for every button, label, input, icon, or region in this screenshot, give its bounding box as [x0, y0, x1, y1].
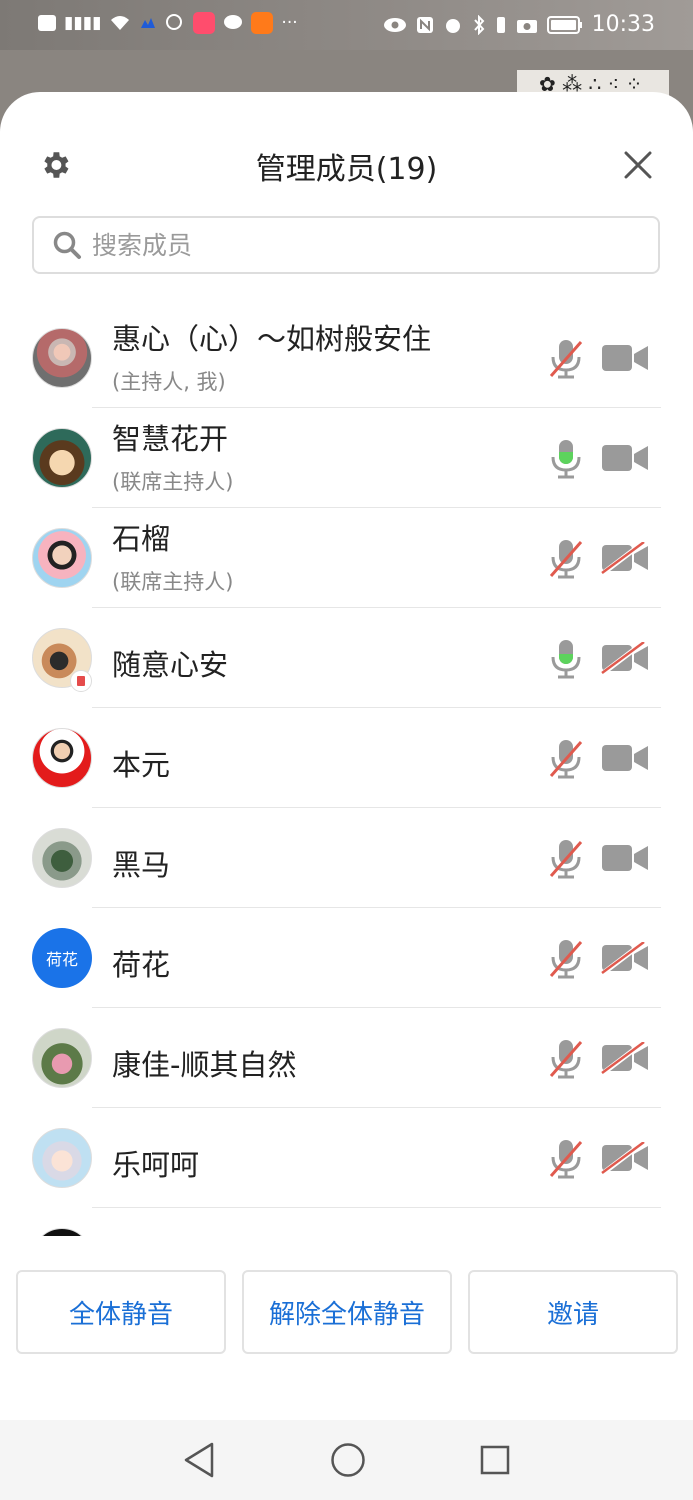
bluetooth-icon: [473, 14, 484, 35]
mic-muted-icon[interactable]: [546, 1038, 586, 1080]
list-item[interactable]: 石榴 (联席主持人): [0, 508, 693, 608]
alarm-icon: [445, 18, 460, 33]
camera-off-icon[interactable]: [600, 942, 650, 974]
avatar-text: 荷花: [45, 950, 78, 969]
nfc-icon: [416, 16, 433, 33]
list-item[interactable]: 智慧花开 (联席主持人): [0, 408, 693, 508]
back-icon[interactable]: [182, 1441, 216, 1479]
list-item[interactable]: 乐呵呵: [0, 1108, 693, 1208]
member-role: (联席主持人): [112, 470, 234, 494]
avatar: [32, 728, 92, 788]
manage-members-sheet: 管理成员(19) 惠心（心）～如树般安住 (主持人, 我): [0, 92, 693, 1500]
status-right-icons: 10:33: [383, 12, 655, 37]
hd-icon: [38, 15, 56, 31]
member-name: 乐呵呵: [112, 1148, 200, 1182]
member-name: 康佳-顺其自然: [112, 1048, 297, 1082]
clock: 10:33: [591, 12, 655, 37]
member-name: 黑马: [112, 848, 171, 882]
mic-muted-icon[interactable]: [546, 838, 586, 880]
avatar: [32, 1028, 92, 1088]
camera-icon: [516, 19, 537, 33]
list-item[interactable]: 随意心安: [0, 608, 693, 708]
system-nav-bar: [0, 1420, 693, 1500]
invite-button[interactable]: 邀请: [468, 1270, 678, 1354]
app-red-icon: [193, 12, 216, 34]
list-item[interactable]: 惠心（心）～如树般安住 (主持人, 我): [0, 308, 693, 408]
member-name: 智慧花开: [112, 422, 229, 456]
camera-on-icon[interactable]: [600, 742, 650, 774]
search-icon: [53, 231, 81, 259]
mute-all-button[interactable]: 全体静音: [16, 1270, 226, 1354]
page-title: 管理成员(19): [255, 152, 438, 187]
mic-active-icon[interactable]: [546, 638, 586, 680]
more-icon: ···: [281, 13, 298, 33]
camera-on-icon[interactable]: [600, 342, 650, 374]
wifi-icon: [111, 16, 130, 30]
camera-off-icon[interactable]: [600, 542, 650, 574]
camera-off-icon[interactable]: [600, 1142, 650, 1174]
app-icon: [141, 18, 156, 28]
avatar: [32, 528, 92, 588]
member-name: 本元: [112, 748, 171, 782]
avatar: [32, 828, 92, 888]
list-item[interactable]: 荷花 荷花: [0, 908, 693, 1008]
status-bar: ▮▮▮▮ ··· 10:33: [0, 0, 693, 50]
list-item[interactable]: 康佳-顺其自然: [0, 1008, 693, 1108]
avatar: [32, 428, 92, 488]
list-item[interactable]: [0, 1208, 693, 1236]
member-list[interactable]: 惠心（心）～如树般安住 (主持人, 我) 智慧花开 (联席主持人) 石榴 (联席…: [0, 308, 693, 1236]
taobao-icon: [251, 12, 274, 34]
mic-muted-icon[interactable]: [546, 1138, 586, 1180]
unmute-all-button[interactable]: 解除全体静音: [242, 1270, 452, 1354]
member-name: 随意心安: [112, 648, 229, 682]
recent-apps-icon[interactable]: [479, 1444, 511, 1476]
camera-on-icon[interactable]: [600, 842, 650, 874]
member-name: 荷花: [112, 948, 171, 982]
chat-icon: [166, 14, 183, 30]
avatar: 荷花: [32, 928, 92, 988]
member-role: (主持人, 我): [112, 370, 226, 394]
mic-muted-icon[interactable]: [546, 738, 586, 780]
camera-off-icon[interactable]: [600, 642, 650, 674]
mic-muted-icon[interactable]: [546, 338, 586, 380]
signal-4g-icon: ▮▮▮▮: [64, 13, 102, 33]
list-item[interactable]: 黑马: [0, 808, 693, 908]
camera-on-icon[interactable]: [600, 442, 650, 474]
member-role: (联席主持人): [112, 570, 234, 594]
eye-icon: [383, 17, 406, 32]
avatar: [32, 1228, 92, 1236]
close-icon[interactable]: [623, 150, 653, 180]
member-name: 惠心（心）～如树般安住: [112, 322, 432, 356]
mic-active-icon[interactable]: [546, 438, 586, 480]
home-icon[interactable]: [330, 1442, 366, 1478]
vibrate-icon: [496, 16, 505, 33]
search-input[interactable]: [90, 229, 614, 261]
avatar: [32, 1128, 92, 1188]
screen-share-icon: [70, 670, 92, 692]
camera-off-icon[interactable]: [600, 1042, 650, 1074]
message-icon: [224, 15, 243, 29]
mic-muted-icon[interactable]: [546, 538, 586, 580]
action-bar: 全体静音 解除全体静音 邀请: [0, 1268, 693, 1358]
avatar: [32, 328, 92, 388]
member-name: 石榴: [112, 522, 171, 556]
search-box[interactable]: [32, 216, 660, 274]
status-left-icons: ▮▮▮▮ ···: [38, 12, 298, 34]
mic-muted-icon[interactable]: [546, 938, 586, 980]
battery-icon: [546, 15, 582, 34]
list-item[interactable]: 本元: [0, 708, 693, 808]
